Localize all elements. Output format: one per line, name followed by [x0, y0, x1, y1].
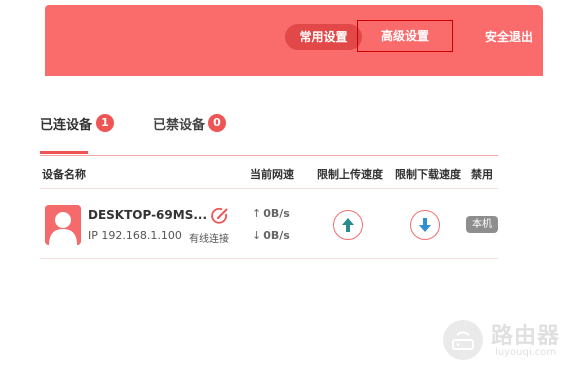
up-arrow-icon: ↑ — [252, 207, 262, 220]
upload-speed-value: 0B/s — [263, 207, 290, 220]
logout-button[interactable]: 安全退出 — [485, 24, 533, 50]
device-ip: IP 192.168.1.100 — [88, 229, 182, 242]
watermark-title: 路由器 — [491, 324, 561, 349]
router-logo-icon — [443, 320, 483, 360]
blocked-count-badge: 0 — [208, 114, 226, 132]
upload-arrow-icon — [342, 218, 354, 232]
row-divider — [40, 258, 498, 259]
limit-download-button[interactable] — [410, 210, 440, 240]
tab-blocked-devices[interactable]: 已禁设备 — [153, 114, 205, 133]
column-header-download-limit: 限制下载速度 — [395, 168, 461, 181]
column-header-current-speed: 当前网速 — [250, 168, 294, 181]
column-header-block: 禁用 — [471, 168, 493, 181]
limit-upload-button[interactable] — [333, 210, 363, 240]
top-navigation-bar: 常用设置 高级设置 安全退出 — [45, 5, 543, 76]
upload-speed: ↑ 0B/s — [252, 207, 290, 220]
this-device-tag: 本机 — [466, 216, 498, 233]
tab-divider — [40, 155, 498, 156]
watermark-subtitle: luyouqi.com — [495, 347, 557, 358]
download-speed-value: 0B/s — [263, 229, 290, 242]
advanced-settings-button[interactable]: 高级设置 — [357, 20, 453, 52]
tab-connected-devices[interactable]: 已连设备 — [40, 114, 92, 133]
device-name: DESKTOP-69MS... — [88, 208, 208, 222]
edit-icon[interactable] — [210, 206, 230, 226]
column-header-device-name: 设备名称 — [42, 168, 86, 181]
connected-count-badge: 1 — [96, 114, 114, 132]
connection-type: 有线连接 — [189, 234, 229, 245]
active-tab-indicator — [40, 151, 88, 154]
download-arrow-icon — [419, 218, 431, 232]
down-arrow-icon: ↓ — [252, 229, 262, 242]
watermark: 路由器 luyouqi.com — [443, 318, 573, 364]
common-settings-button[interactable]: 常用设置 — [285, 24, 362, 50]
download-speed: ↓ 0B/s — [252, 229, 290, 242]
header-divider — [40, 188, 498, 189]
column-header-upload-limit: 限制上传速度 — [317, 168, 383, 181]
device-avatar-icon — [45, 205, 81, 245]
